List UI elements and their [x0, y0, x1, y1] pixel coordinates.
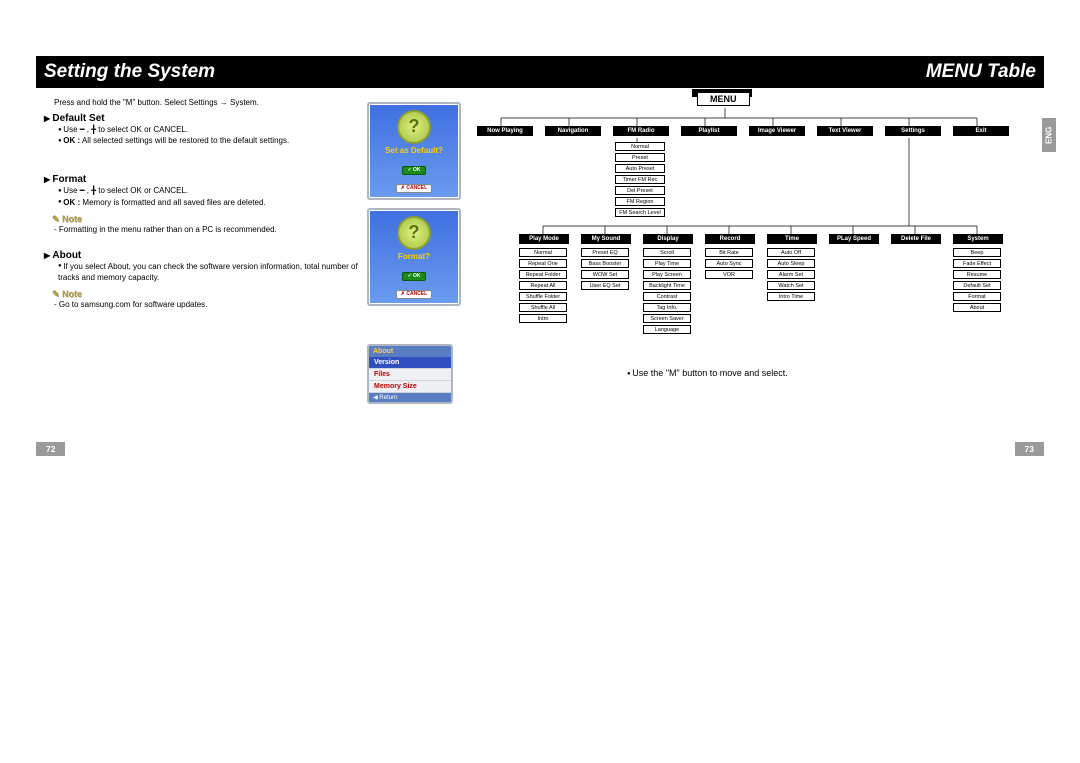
menu-node: Tag Info. [643, 303, 691, 312]
menu-tree: MENU [467, 88, 1044, 404]
page-number-right: 73 [1015, 442, 1044, 456]
menu-node: Text Viewer [817, 126, 873, 136]
section-default-set: Default Set [44, 113, 359, 124]
page-number-left: 72 [36, 442, 65, 456]
section-about: About [44, 250, 359, 261]
menu-node: Repeat Folder [519, 270, 567, 279]
menu-node: Playlist [681, 126, 737, 136]
menu-node: Intro [519, 314, 567, 323]
menu-node: My Sound [581, 234, 631, 244]
menu-node: Display [643, 234, 693, 244]
menu-node: Repeat All [519, 281, 567, 290]
device-previews: ? Set as Default? ✓ OK ✗ CANCEL ? Format… [367, 88, 467, 404]
section-format: Format [44, 174, 359, 185]
menu-node: Format [953, 292, 1001, 301]
menu-node: Language [643, 325, 691, 334]
fmt-bullet2: OK : Memory is formatted and all saved f… [58, 197, 359, 208]
menu-node: VOR [705, 270, 753, 279]
ds-bullet2: OK : All selected settings will be resto… [58, 135, 359, 146]
menu-node: Auto Preset [615, 164, 665, 173]
menu-node: Screen Saver [643, 314, 691, 323]
instruction-text: Use the "M" button to move and select. [627, 368, 788, 378]
about-bullet1: If you select About, you can check the s… [58, 261, 359, 283]
header-bar: Setting the System MENU Table [36, 56, 1044, 88]
menu-node: Image Viewer [749, 126, 805, 136]
footer: 72 73 [36, 442, 1044, 456]
menu-node: Bit Rate [705, 248, 753, 257]
left-column: Press and hold the "M" button. Select Se… [36, 88, 367, 404]
menu-node: Normal [519, 248, 567, 257]
screen-format: ? Format? ✓ OK ✗ CANCEL [367, 208, 461, 306]
menu-node: Resume [953, 270, 1001, 279]
fmt-bullet1: Use ━ , ╋ to select OK or CANCEL. [58, 185, 359, 196]
intro-text: Press and hold the "M" button. Select Se… [54, 98, 359, 107]
menu-node: Alarm Set [767, 270, 815, 279]
menu-node: Exit [953, 126, 1009, 136]
menu-node: FM Region [615, 197, 665, 206]
menu-node: Record [705, 234, 755, 244]
menu-node: Beep [953, 248, 1001, 257]
menu-node: Scroll [643, 248, 691, 257]
menu-node: System [953, 234, 1003, 244]
menu-node: Play Time [643, 259, 691, 268]
menu-node: Shuffle Folder [519, 292, 567, 301]
menu-node: Auto Off [767, 248, 815, 257]
note1-label: Note [52, 214, 359, 225]
screen-default: ? Set as Default? ✓ OK ✗ CANCEL [367, 102, 461, 200]
menu-node: Auto Sync [705, 259, 753, 268]
menu-node: Intro Time [767, 292, 815, 301]
menu-node: Play Screen [643, 270, 691, 279]
menu-node: Now Playing [477, 126, 533, 136]
menu-node: Time [767, 234, 817, 244]
menu-node: Fade Effect [953, 259, 1001, 268]
title-right: MENU Table [926, 61, 1036, 83]
menu-node: Preset [615, 153, 665, 162]
menu-node: Repeat One [519, 259, 567, 268]
menu-node: FM Search Level [615, 208, 665, 217]
menu-node: Default Set [953, 281, 1001, 290]
menu-node: PLay Speed [829, 234, 879, 244]
menu-node: Del.Preset [615, 186, 665, 195]
note1-text: - Formatting in the menu rather than on … [54, 225, 359, 234]
note2-label: Note [52, 289, 359, 300]
menu-node: FM Radio [613, 126, 669, 136]
menu-node: About [953, 303, 1001, 312]
menu-node: Contrast [643, 292, 691, 301]
menu-node: Delete File [891, 234, 941, 244]
menu-node: WOW Set [581, 270, 629, 279]
menu-node: Settings [885, 126, 941, 136]
screen-about: About Version Files Memory Size ◀ Return [367, 344, 453, 404]
language-tab: ENG [1042, 118, 1056, 152]
menu-node: Navigation [545, 126, 601, 136]
menu-node: Play Mode [519, 234, 569, 244]
title-left: Setting the System [44, 61, 215, 83]
page-spread: Setting the System MENU Table Press and … [0, 0, 1080, 763]
menu-node: User EQ Set [581, 281, 629, 290]
menu-node: Preset EQ [581, 248, 629, 257]
menu-node: Auto Sleep [767, 259, 815, 268]
menu-node: Timer FM Rec [615, 175, 665, 184]
menu-node: Normal [615, 142, 665, 151]
ds-bullet1: Use ━ , ╋ to select OK or CANCEL. [58, 124, 359, 135]
note2-text: - Go to samsung.com for software updates… [54, 300, 359, 309]
menu-node: Watch Set [767, 281, 815, 290]
menu-node: Backlight Time [643, 281, 691, 290]
menu-node: Shuffle All [519, 303, 567, 312]
menu-node: Bass Booster [581, 259, 629, 268]
menu-root: MENU [697, 92, 750, 106]
